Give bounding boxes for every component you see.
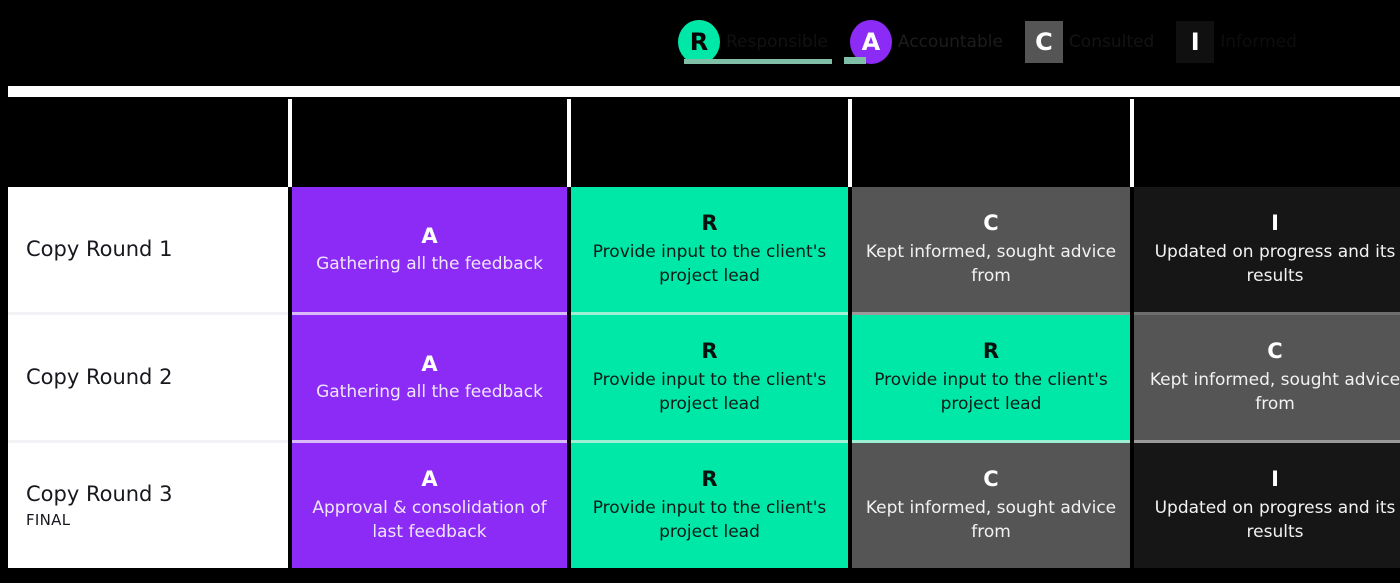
raci-letter: C [983,211,999,236]
matrix-header-col-2-label [571,99,848,187]
matrix-header-col-1 [292,99,567,187]
raci-description: Kept informed, sought advice from [1149,369,1400,415]
raci-description: Updated on progress and its results [1154,241,1396,287]
matrix-header-col-3 [852,99,1130,187]
raci-cell[interactable]: R Provide input to the client's project … [571,443,848,568]
raci-description: Provide input to the client's project le… [592,241,827,287]
raci-letter: I [1271,211,1279,236]
raci-cell[interactable]: I Updated on progress and its results [1134,187,1400,312]
raci-description: Kept informed, sought advice from [865,497,1117,543]
legend-item-consulted[interactable]: C Consulted [1024,14,1155,70]
raci-letter: A [421,467,438,492]
row-label-title: Copy Round 2 [26,364,173,389]
raci-letter: A [421,223,438,248]
raci-letter: R [982,339,1000,364]
raci-cell[interactable]: R Provide input to the client's project … [571,187,848,312]
table-row: Copy Round 3 FINAL A Approval & consolid… [8,443,1400,568]
matrix-header-col-1-label [292,99,567,187]
raci-description: Gathering all the feedback [316,253,543,274]
legend-item-informed[interactable]: I Informed [1176,14,1297,70]
raci-cell[interactable]: R Provide input to the client's project … [571,315,848,440]
matrix-header-corner-label [8,99,288,187]
row-label-cell: Copy Round 3 FINAL [8,443,288,568]
raci-cell[interactable]: C Kept informed, sought advice from [852,443,1130,568]
raci-letter: C [983,467,999,492]
legend-label-informed: Informed [1220,31,1297,52]
row-label-title: Copy Round 1 [26,236,173,261]
row-label-title: Copy Round 3 [26,481,173,506]
raci-description: Provide input to the client's project le… [592,369,827,415]
legend-underline-accent-2 [843,57,866,64]
raci-cell[interactable]: C Kept informed, sought advice from [1134,315,1400,440]
raci-letter: R [701,211,718,236]
raci-cell[interactable]: C Kept informed, sought advice from [852,187,1130,312]
legend-item-accountable[interactable]: A Accountable [843,14,1003,70]
raci-description: Updated on progress and its results [1154,497,1396,543]
table-row: Copy Round 2 A Gathering all the feedbac… [8,315,1400,440]
legend-item-responsible[interactable]: R Responsible [678,14,832,70]
raci-description: Approval & consolidation of last feedbac… [312,497,547,543]
legend-badge-i-icon: I [1176,21,1215,63]
raci-letter: A [421,351,438,376]
matrix-header-col-3-label [852,99,1130,187]
legend-underline-accent [684,59,832,64]
raci-cell[interactable]: R Provide input to the client's project … [852,315,1130,440]
row-label-subtitle: FINAL [26,511,71,530]
raci-description: Gathering all the feedback [316,381,543,402]
raci-letter: C [1267,339,1283,364]
raci-letter: R [701,339,718,364]
legend-badge-r-icon: R [678,20,720,64]
matrix-header-row [8,99,1400,187]
raci-cell[interactable]: A Approval & consolidation of last feedb… [292,443,567,568]
row-label-cell: Copy Round 2 [8,315,288,440]
raci-description: Provide input to the client's project le… [592,497,827,543]
legend-label-consulted: Consulted [1068,31,1155,52]
raci-cell[interactable]: I Updated on progress and its results [1134,443,1400,568]
raci-letter: I [1271,467,1279,492]
row-label-cell: Copy Round 1 [8,187,288,312]
header-divider [8,86,1400,97]
legend-label-accountable: Accountable [897,31,1003,52]
table-row: Copy Round 1 A Gathering all the feedbac… [8,187,1400,312]
matrix-header-col-4-label [1134,99,1400,187]
matrix-header-corner [8,99,288,187]
matrix-header-col-2 [571,99,848,187]
raci-description: Kept informed, sought advice from [865,241,1117,287]
legend-badge-c-icon: C [1024,21,1063,63]
raci-description: Provide input to the client's project le… [874,369,1108,415]
raci-matrix: Copy Round 1 A Gathering all the feedbac… [8,99,1400,568]
raci-cell[interactable]: A Gathering all the feedback [292,315,567,440]
legend-label-responsible: Responsible [726,31,828,52]
matrix-header-col-4 [1134,99,1400,187]
raci-legend: R Responsible A Accountable C Consulted … [678,14,1297,70]
raci-letter: R [701,467,718,492]
raci-cell[interactable]: A Gathering all the feedback [292,187,567,312]
